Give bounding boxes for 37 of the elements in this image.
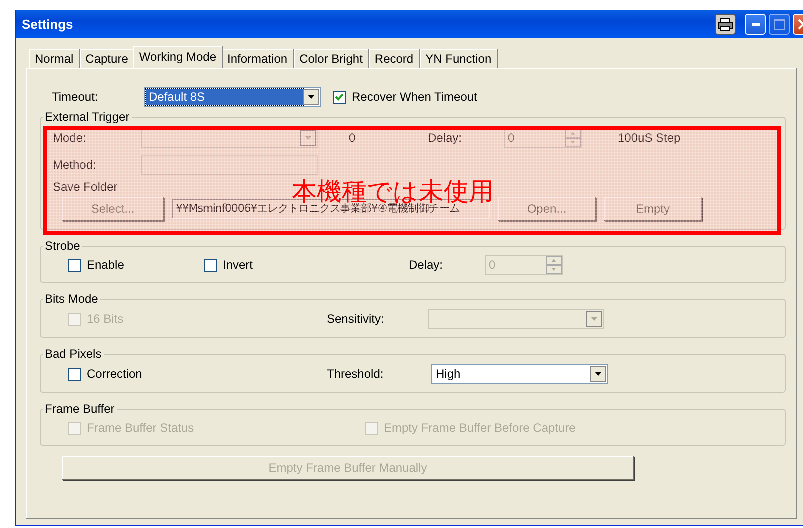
threshold-label: Threshold: xyxy=(327,367,385,381)
minimize-icon xyxy=(752,22,760,26)
enable-checkbox[interactable]: Enable xyxy=(68,258,204,272)
group-title: External Trigger xyxy=(44,111,131,123)
mode-label: Mode: xyxy=(53,131,88,145)
correction-checkbox[interactable]: Correction xyxy=(68,367,327,381)
group-title: Strobe xyxy=(44,240,82,252)
tab[interactable]: Information xyxy=(222,49,294,68)
tab[interactable]: Normal xyxy=(29,49,80,68)
group-title: Bad Pixels xyxy=(44,348,103,360)
mode-dropdown[interactable] xyxy=(141,128,318,148)
window-title: Settings xyxy=(22,16,74,32)
spin-buttons-icon[interactable] xyxy=(565,129,581,147)
recover-checkbox[interactable]: Recover When Timeout xyxy=(333,90,786,104)
delay-label: Delay: xyxy=(428,131,464,145)
method-label: Method: xyxy=(53,158,98,172)
delay-label: Delay: xyxy=(409,258,444,272)
delay-unit: 100uS Step xyxy=(618,131,682,145)
tab[interactable]: Working Mode xyxy=(133,46,223,68)
save-folder-label: Save Folder xyxy=(53,180,118,194)
invert-checkbox[interactable]: Invert xyxy=(204,258,409,272)
printer-icon[interactable] xyxy=(715,14,736,34)
mode-value: 0 xyxy=(349,131,357,145)
check-icon xyxy=(335,92,344,102)
tab[interactable]: YN Function xyxy=(420,49,498,68)
threshold-dropdown[interactable]: High xyxy=(431,364,608,384)
tab[interactable]: Capture xyxy=(80,49,134,68)
group-title: Bits Mode xyxy=(44,293,100,305)
timeout-dropdown[interactable]: Default 8S xyxy=(144,87,321,107)
tab[interactable]: Record xyxy=(368,49,420,68)
tab[interactable]: Color Bright xyxy=(294,49,369,68)
maximize-button[interactable] xyxy=(769,14,790,34)
minimize-button[interactable] xyxy=(745,14,766,34)
group-title: Frame Buffer xyxy=(44,403,116,415)
timeout-label: Timeout: xyxy=(52,90,100,104)
maximize-icon xyxy=(774,18,785,30)
sensitivity-label: Sensitivity: xyxy=(327,312,386,326)
